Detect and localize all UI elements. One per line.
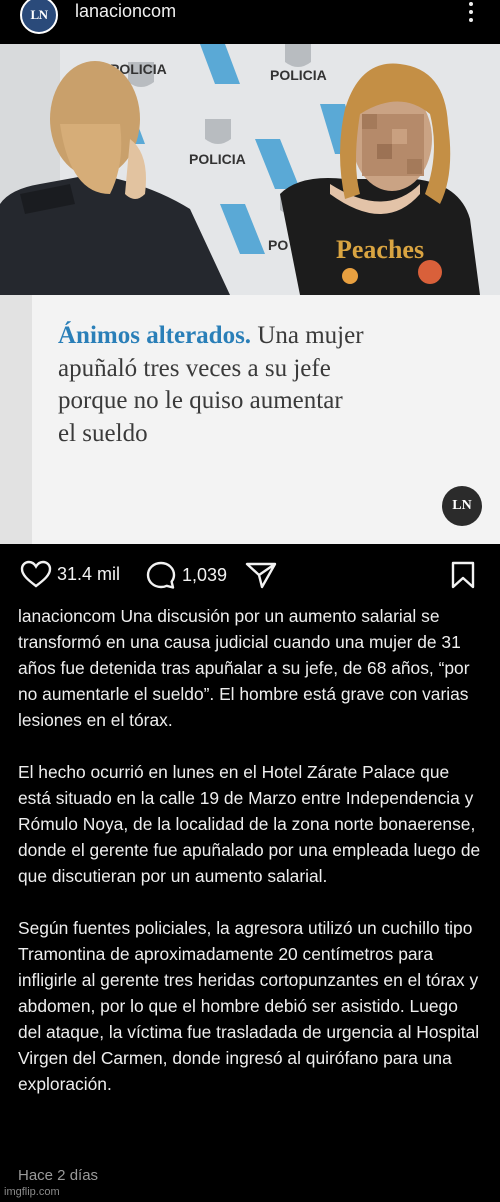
comment-count: 1,039 xyxy=(182,564,228,585)
save-action[interactable] xyxy=(450,560,476,590)
caption-paragraph-2: El hecho ocurrió en lunes en el Hotel Zá… xyxy=(18,762,481,886)
caption-paragraph-1: lanacioncom Una discusión por un aumento… xyxy=(18,603,483,733)
send-icon[interactable] xyxy=(244,560,278,590)
imgflip-watermark: imgflip.com xyxy=(4,1186,60,1198)
heart-icon[interactable] xyxy=(20,560,52,588)
like-action[interactable]: 31.4 mil xyxy=(20,560,120,588)
post-caption: lanacioncom Una discusión por un aumento… xyxy=(18,603,483,1123)
panel-edge xyxy=(0,295,32,544)
shirt-text: Peaches xyxy=(336,235,424,264)
share-action[interactable] xyxy=(244,560,278,590)
profile-avatar[interactable]: LN xyxy=(20,0,58,34)
headline-line-2: apuñaló tres veces a su jefe xyxy=(58,354,331,382)
comment-icon[interactable] xyxy=(145,560,177,590)
post-actions: 31.4 mil 1,039 xyxy=(0,556,500,594)
like-count: 31.4 mil xyxy=(57,563,121,584)
news-photo: POLICIA POLICIA POLICIA PO Peaches xyxy=(0,44,500,295)
caption-paragraph-3: Según fuentes policiales, la agresora ut… xyxy=(18,918,480,1094)
headline-line-3: porque no le quiso aumentar xyxy=(58,387,343,414)
avatar-logo-text: LN xyxy=(30,7,48,22)
username[interactable]: lanacioncom xyxy=(75,1,176,22)
police-sign-4: PO xyxy=(268,237,288,253)
headline-line-1: Una mujer xyxy=(257,322,364,349)
headline: Ánimos alterados. Una mujer apuñaló tres… xyxy=(58,320,458,450)
ln-logo-badge: LN xyxy=(442,486,482,526)
post-timestamp: Hace 2 días xyxy=(18,1167,99,1184)
post-media[interactable]: POLICIA POLICIA POLICIA PO Peaches Ánimo… xyxy=(0,44,500,544)
headline-kicker: Ánimos alterados. xyxy=(58,322,252,349)
ln-logo-text: LN xyxy=(452,498,472,513)
caption-username[interactable]: lanacioncom xyxy=(18,606,116,626)
post-header: LN lanacioncom xyxy=(0,0,500,44)
police-sign-3: POLICIA xyxy=(189,151,246,167)
headline-line-4: el sueldo xyxy=(58,419,148,447)
bookmark-icon[interactable] xyxy=(450,560,476,590)
police-sign-2: POLICIA xyxy=(270,67,327,83)
comment-action[interactable]: 1,039 xyxy=(145,560,227,590)
more-options-icon[interactable] xyxy=(468,2,474,22)
